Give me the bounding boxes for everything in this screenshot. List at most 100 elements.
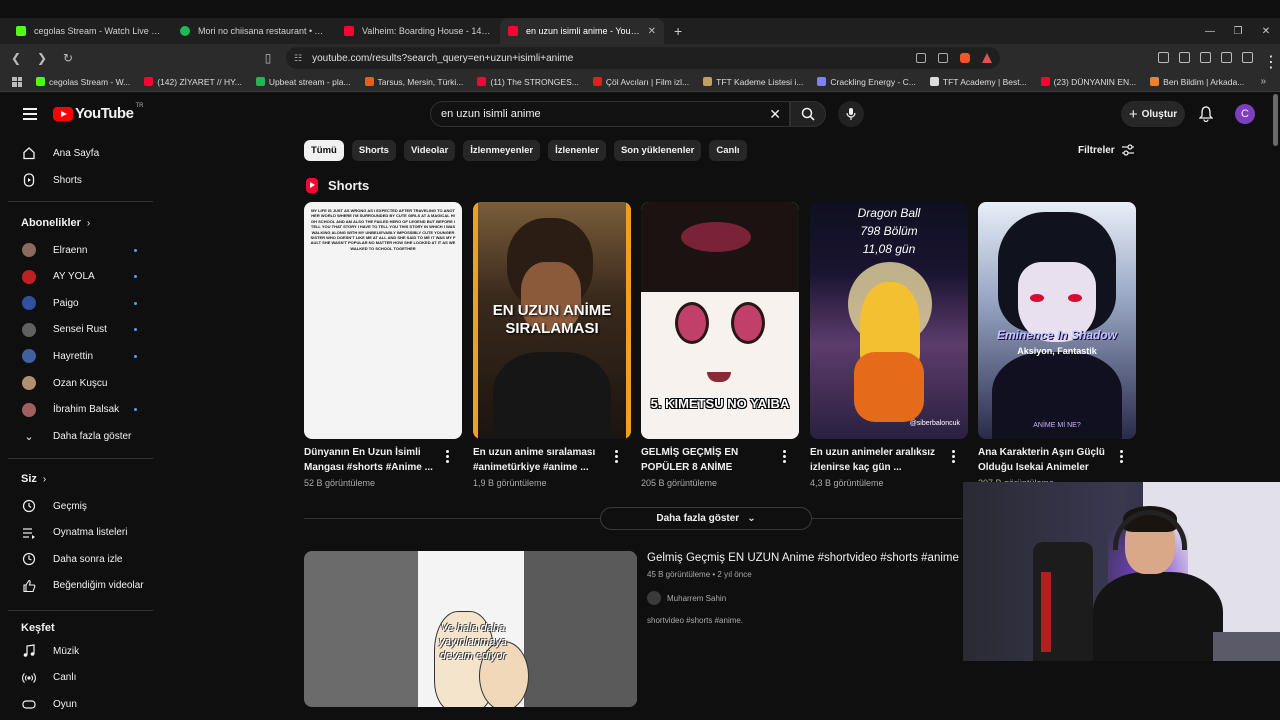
short-title[interactable]: Dünyanın En Uzun İsimli Mangası #shorts … — [304, 445, 439, 475]
sidebar-item-clock[interactable]: Daha sonra izle — [0, 546, 160, 572]
short-card[interactable]: Dragon Ball 798 Bölüm 11,08 gün @siberba… — [810, 202, 968, 488]
short-card[interactable]: EN UZUN ANİME SIRALAMASI En uzun anime s… — [473, 202, 631, 488]
subscription-item[interactable]: Hayrettin — [0, 343, 160, 369]
notifications-bell-icon[interactable] — [1199, 106, 1213, 122]
filter-chip[interactable]: Canlı — [709, 140, 747, 161]
bookmark-item[interactable]: TFT Academy | Best... — [929, 77, 1027, 87]
subscription-item[interactable]: Sensei Rust — [0, 317, 160, 343]
back-icon[interactable]: ❮ — [6, 51, 26, 65]
account-avatar[interactable]: C — [1235, 104, 1255, 124]
sidebar-item-live[interactable]: Canlı — [0, 665, 160, 691]
filter-chip[interactable]: Son yüklenenler — [613, 140, 702, 161]
bookmark-item[interactable]: Ben Bildim | Arkada... — [1150, 77, 1244, 87]
leo-ai-icon[interactable] — [1221, 52, 1232, 63]
show-more-shorts-button[interactable]: Daha fazla göster ⌄ — [600, 507, 812, 530]
sidebar-item-shorts[interactable]: Shorts — [0, 167, 160, 193]
filter-chip[interactable]: İzlenmeyenler — [463, 140, 541, 161]
voice-search-button[interactable] — [838, 101, 864, 127]
apps-grid-icon[interactable] — [12, 76, 22, 87]
minimize-icon[interactable]: — — [1196, 26, 1224, 37]
bookmark-item[interactable]: Çöl Avcıları | Film izl... — [592, 77, 689, 87]
menu-icon[interactable]: ⋮ — [1263, 52, 1279, 71]
guide-menu-icon[interactable] — [23, 108, 37, 120]
bookmark-icon[interactable]: ▯ — [258, 51, 278, 65]
sidebar-item-home[interactable]: Ana Sayfa — [0, 140, 160, 166]
bookmark-item[interactable]: Crackling Energy - C... — [817, 77, 916, 87]
short-title[interactable]: En uzun animeler aralıksız izlenirse kaç… — [810, 445, 945, 475]
close-tab-icon[interactable]: ✕ — [648, 26, 656, 37]
youtube-logo[interactable]: YouTube TR — [53, 103, 143, 122]
short-thumbnail[interactable]: 5. KIMETSU NO YAIBA — [641, 202, 799, 439]
bookmark-item[interactable]: Upbeat stream - pla... — [255, 77, 351, 87]
brave-rewards-icon[interactable] — [982, 53, 992, 63]
bookmark-item[interactable]: cegolas Stream - W... — [36, 77, 130, 87]
bookmark-item[interactable]: (23) DÜNYANIN EN... — [1040, 77, 1136, 87]
search-button[interactable] — [790, 101, 826, 127]
short-title[interactable]: GELMİŞ GEÇMİŞ EN POPÜLER 8 ANİME — [641, 445, 776, 475]
more-actions-icon[interactable] — [952, 450, 956, 463]
reload-icon[interactable]: ↻ — [58, 51, 78, 65]
url-bar[interactable]: ☷ youtube.com/results?search_query=en+uz… — [286, 47, 1000, 69]
search-input[interactable] — [441, 108, 770, 120]
maximize-icon[interactable]: ❐ — [1224, 26, 1252, 37]
subscription-item[interactable]: AY YOLA — [0, 264, 160, 290]
forward-icon[interactable]: ❯ — [32, 51, 52, 65]
more-actions-icon[interactable] — [446, 450, 450, 463]
browser-tab[interactable]: cegolas Stream - Watch Live on Kick — [8, 18, 172, 44]
sidebar-toggle-icon[interactable] — [1179, 52, 1190, 63]
filter-chip[interactable]: Shorts — [351, 140, 396, 161]
video-title[interactable]: Gelmiş Geçmiş EN UZUN Anime #shortvideo … — [647, 552, 963, 564]
short-thumbnail[interactable]: MY LIFE IS JUST AS WRONG AS I EXPECTED A… — [304, 202, 462, 439]
bookmark-item[interactable]: (11) The STRONGES... — [477, 77, 579, 87]
site-info-icon[interactable]: ☷ — [294, 53, 302, 64]
more-actions-icon[interactable] — [1120, 450, 1124, 463]
browser-tab-active[interactable]: en uzun isimli anime - YouTube ✕ — [500, 18, 664, 44]
filters-button[interactable]: Filtreler — [1078, 144, 1135, 156]
more-actions-icon[interactable] — [783, 450, 787, 463]
sidebar-item-playlist[interactable]: Oynatma listeleri — [0, 520, 160, 546]
short-thumbnail[interactable]: Eminence In Shadow Aksiyon, Fantastik AN… — [978, 202, 1136, 439]
short-card[interactable]: Eminence In Shadow Aksiyon, Fantastik AN… — [978, 202, 1136, 488]
show-more-subscriptions[interactable]: ⌄ Daha fazla göster — [0, 423, 160, 449]
video-thumbnail[interactable]: Ve hala daha yayınlanmaya devam ediyor — [304, 551, 637, 707]
sidebar-item-music[interactable]: Müzik — [0, 638, 160, 664]
brave-shields-icon[interactable] — [960, 53, 970, 63]
channel-avatar[interactable] — [647, 591, 661, 605]
share-icon[interactable] — [938, 53, 948, 63]
close-window-icon[interactable]: ✕ — [1252, 26, 1280, 37]
vpn-icon[interactable] — [1242, 52, 1253, 63]
filter-chip[interactable]: İzlenenler — [548, 140, 606, 161]
browser-tab[interactable]: Mori no chiisana restaurant • Aoi Te — [172, 18, 336, 44]
channel-name[interactable]: Muharrem Sahin — [667, 594, 726, 603]
sidebar-item-thumbs-up[interactable]: Beğendiğim videolar — [0, 573, 160, 599]
page-scrollbar[interactable] — [1273, 94, 1278, 146]
filter-chip[interactable]: Videolar — [403, 140, 456, 161]
subscription-item[interactable]: Ozan Kuşcu — [0, 370, 160, 396]
new-tab-button[interactable]: + — [674, 23, 682, 39]
more-actions-icon[interactable] — [615, 450, 619, 463]
extensions-icon[interactable] — [1158, 52, 1169, 63]
subscription-item[interactable]: Paigo — [0, 290, 160, 316]
channel-row[interactable]: Muharrem Sahin — [647, 591, 726, 605]
short-title[interactable]: En uzun anime sıralaması #animetürkiye #… — [473, 445, 608, 475]
bookmark-item[interactable]: (142) ZİYARET // HY... — [144, 77, 242, 87]
sidebar-item-history[interactable]: Geçmiş — [0, 493, 160, 519]
clear-search-icon[interactable]: ✕ — [769, 106, 781, 123]
sidebar-item-game[interactable]: Oyun — [0, 691, 160, 717]
you-header[interactable]: Siz › — [21, 473, 46, 485]
short-thumbnail[interactable]: EN UZUN ANİME SIRALAMASI — [473, 202, 631, 439]
search-box[interactable]: ✕ — [430, 101, 790, 127]
subscription-item[interactable]: Elraenn — [0, 237, 160, 263]
filter-chip[interactable]: Tümü — [304, 140, 344, 161]
short-card[interactable]: MY LIFE IS JUST AS WRONG AS I EXPECTED A… — [304, 202, 462, 488]
short-title[interactable]: Ana Karakterin Aşırı Güçlü Olduğu Isekai… — [978, 445, 1113, 475]
short-card[interactable]: 5. KIMETSU NO YAIBA GELMİŞ GEÇMİŞ EN POP… — [641, 202, 799, 488]
subscriptions-header[interactable]: Abonelikler › — [21, 217, 90, 229]
bookmark-item[interactable]: Tarsus, Mersin, Türki... — [364, 77, 463, 87]
subscription-item[interactable]: İbrahim Balsak — [0, 397, 160, 423]
create-button[interactable]: + Oluştur — [1121, 101, 1185, 127]
install-icon[interactable] — [916, 53, 926, 63]
more-bookmarks-icon[interactable]: » — [1260, 76, 1266, 87]
short-thumbnail[interactable]: Dragon Ball 798 Bölüm 11,08 gün @siberba… — [810, 202, 968, 439]
bookmark-item[interactable]: TFT Kademe Listesi i... — [703, 77, 803, 87]
